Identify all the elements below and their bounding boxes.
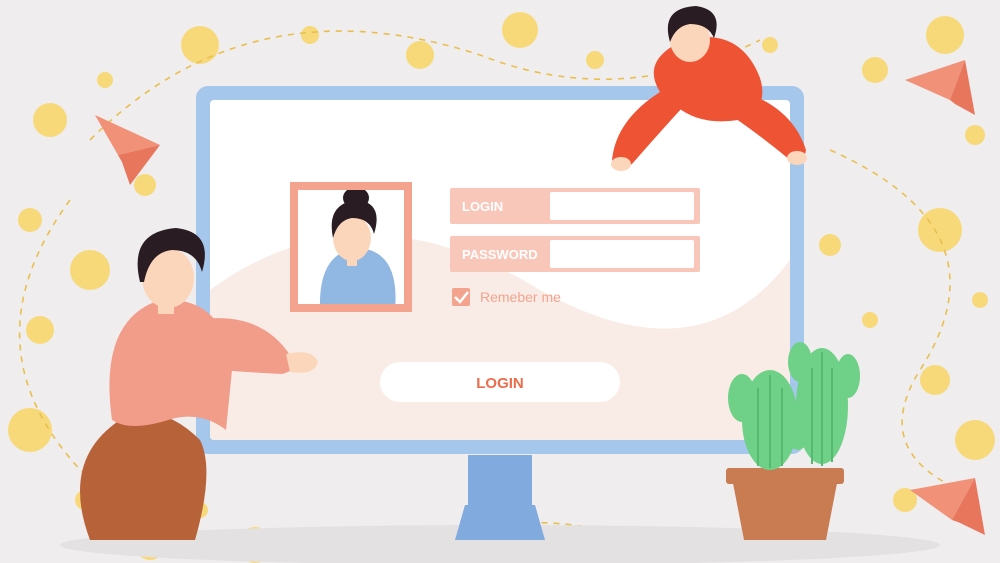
- remember-me-checkbox[interactable]: [452, 288, 470, 306]
- login-button[interactable]: LOGIN: [380, 362, 620, 402]
- login-button-label: LOGIN: [476, 375, 524, 392]
- login-label: LOGIN: [462, 199, 503, 214]
- remember-me-label: Remeber me: [480, 289, 561, 305]
- login-input[interactable]: [550, 192, 694, 220]
- password-field-row: PASSWORD: [450, 236, 700, 272]
- avatar-frame: [290, 182, 412, 312]
- password-input[interactable]: [550, 240, 694, 268]
- password-label: PASSWORD: [462, 247, 538, 262]
- login-field-row: LOGIN: [450, 188, 700, 224]
